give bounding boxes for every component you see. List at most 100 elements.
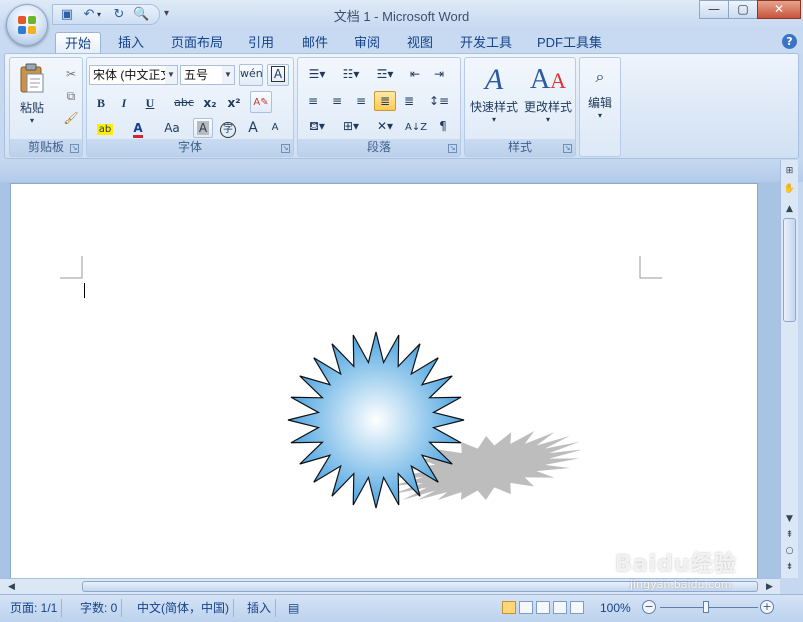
shading-button[interactable]: ⛾▾ [302,116,332,136]
align-center-icon: ≡ [331,94,343,108]
multilevel-list-button[interactable]: ☲▾ [370,64,400,84]
outline-view-button[interactable] [553,601,567,614]
macro-record-button[interactable]: ▤ [284,599,303,617]
change-case-button[interactable]: Aa [157,118,187,138]
align-right-button[interactable]: ≡ [350,91,372,111]
font-color-icon: A [133,121,143,138]
full-screen-reading-button[interactable] [519,601,533,614]
pilcrow-icon: ¶ [439,119,447,133]
help-icon[interactable]: ? [782,34,797,49]
align-center-button[interactable]: ≡ [326,91,348,111]
borders-button[interactable]: ⊞▾ [336,116,366,136]
clipboard-launcher-icon[interactable]: ↘ [70,144,79,153]
bold-button[interactable]: B [91,93,111,113]
tab-page-layout[interactable]: 页面布局 [162,32,232,54]
font-launcher-icon[interactable]: ↘ [281,144,290,153]
clear-formatting-button[interactable]: A✎ [250,91,272,113]
superscript-button[interactable]: x² [223,93,245,113]
shrink-font-button[interactable]: A [265,118,285,138]
starburst-shape[interactable] [280,325,580,520]
distributed-button[interactable]: ≣ [398,91,420,111]
format-painter-button[interactable]: 🖌 [62,108,80,128]
justify-button[interactable]: ≣ [374,91,396,111]
next-page-icon[interactable]: ⇟ [782,560,797,574]
grow-font-button[interactable]: A [243,118,263,138]
tab-home[interactable]: 开始 [55,32,102,54]
insert-mode[interactable]: 插入 [243,599,277,617]
ruler-toggle-icon[interactable]: ⊞ [782,164,797,178]
tab-view[interactable]: 视图 [398,32,442,54]
scroll-up-icon[interactable]: ▲ [782,202,797,216]
previous-page-icon[interactable]: ⇞ [782,528,797,542]
web-layout-button[interactable] [536,601,550,614]
word-count[interactable]: 字数: 0 [76,599,123,617]
font-name-combo[interactable]: 宋体 (中文正文 ▼ [89,65,178,85]
numbering-button[interactable]: ☷▾ [336,64,366,84]
hand-icon[interactable]: ✋ [782,182,797,196]
chinese-layout-button[interactable]: ✕▾ [370,116,400,136]
draft-view-button[interactable] [570,601,584,614]
page-count[interactable]: 页面: 1/1 [6,599,63,617]
font-size-dropdown-icon: ▼ [222,66,234,84]
zoom-out-icon[interactable]: − [642,600,656,614]
subscript-button[interactable]: x₂ [199,93,221,113]
strikethrough-button[interactable]: abc [171,93,197,113]
tab-review[interactable]: 审阅 [345,32,389,54]
font-size-combo[interactable]: 五号 ▼ [180,65,235,85]
zoom-slider-thumb[interactable] [703,601,709,613]
tab-references[interactable]: 引用 [239,32,283,54]
zoom-in-icon[interactable]: + [760,600,774,614]
vertical-scroll-thumb[interactable] [783,218,796,322]
scroll-right-icon[interactable]: ▶ [762,580,777,594]
scroll-down-icon[interactable]: ▼ [782,512,797,526]
enclose-characters-icon: 字 [220,122,236,138]
underline-button[interactable]: U [137,93,163,113]
decrease-indent-button[interactable]: ⇤ [404,64,426,84]
align-left-button[interactable]: ≡ [302,91,324,111]
align-left-icon: ≡ [307,94,319,108]
show-marks-button[interactable]: ¶ [432,116,454,136]
font-color-button[interactable]: A [125,118,151,138]
zoom-slider-track[interactable] [660,607,758,608]
clear-formatting-icon: A✎ [253,97,269,108]
vertical-scrollbar[interactable]: ⊞ ✋ ▲ ▼ ⇞ ○ ⇟ [780,160,798,578]
highlight-button[interactable]: ab [91,118,119,138]
phonetic-guide-button[interactable]: wén [239,64,263,86]
tab-pdf-tools[interactable]: PDF工具集 [528,32,611,54]
office-button[interactable] [6,4,48,46]
cut-button[interactable]: ✂ [62,64,80,84]
tab-developer[interactable]: 开发工具 [451,32,521,54]
paste-button[interactable]: 粘贴 ▾ [14,62,50,125]
sort-button[interactable]: A↓Z [404,116,428,136]
select-browse-object-icon[interactable]: ○ [782,544,797,558]
zoom-level[interactable]: 100% [600,599,631,617]
character-border-button[interactable]: A [267,64,289,86]
italic-button[interactable]: I [114,93,134,113]
character-shading-icon: A [196,121,210,135]
format-painter-icon: 🖌 [63,111,79,125]
paragraph-launcher-icon[interactable]: ↘ [448,144,457,153]
maximize-button[interactable]: ▢ [728,0,758,19]
crop-mark-top-right [639,256,662,279]
print-layout-view-button[interactable] [502,601,516,614]
copy-button[interactable]: ⧉ [62,86,80,106]
change-styles-button[interactable]: AA 更改样式 ▾ [521,62,575,124]
styles-launcher-icon[interactable]: ↘ [563,144,572,153]
close-button[interactable]: ✕ [757,0,801,19]
highlight-icon: ab [96,124,114,135]
crop-mark-top-left [60,256,83,279]
bullets-button[interactable]: ☰▾ [302,64,332,84]
window-title: 文档 1 - Microsoft Word [333,9,470,24]
tab-insert[interactable]: 插入 [109,32,153,54]
tab-mailings[interactable]: 邮件 [293,32,337,54]
editing-button[interactable]: ⌕ 编辑 ▾ [582,62,618,120]
minimize-button[interactable]: — [699,0,729,19]
character-shading-button[interactable]: A [193,118,213,138]
language-indicator[interactable]: 中文(简体，中国) [133,599,234,617]
scroll-left-icon[interactable]: ◀ [4,580,19,594]
enclose-characters-button[interactable]: 字 [217,118,239,138]
starburst-fill [287,331,465,509]
increase-indent-button[interactable]: ⇥ [428,64,450,84]
quick-styles-button[interactable]: A 快速样式 ▾ [467,62,521,124]
line-spacing-button[interactable]: ↕≡ [424,91,454,111]
